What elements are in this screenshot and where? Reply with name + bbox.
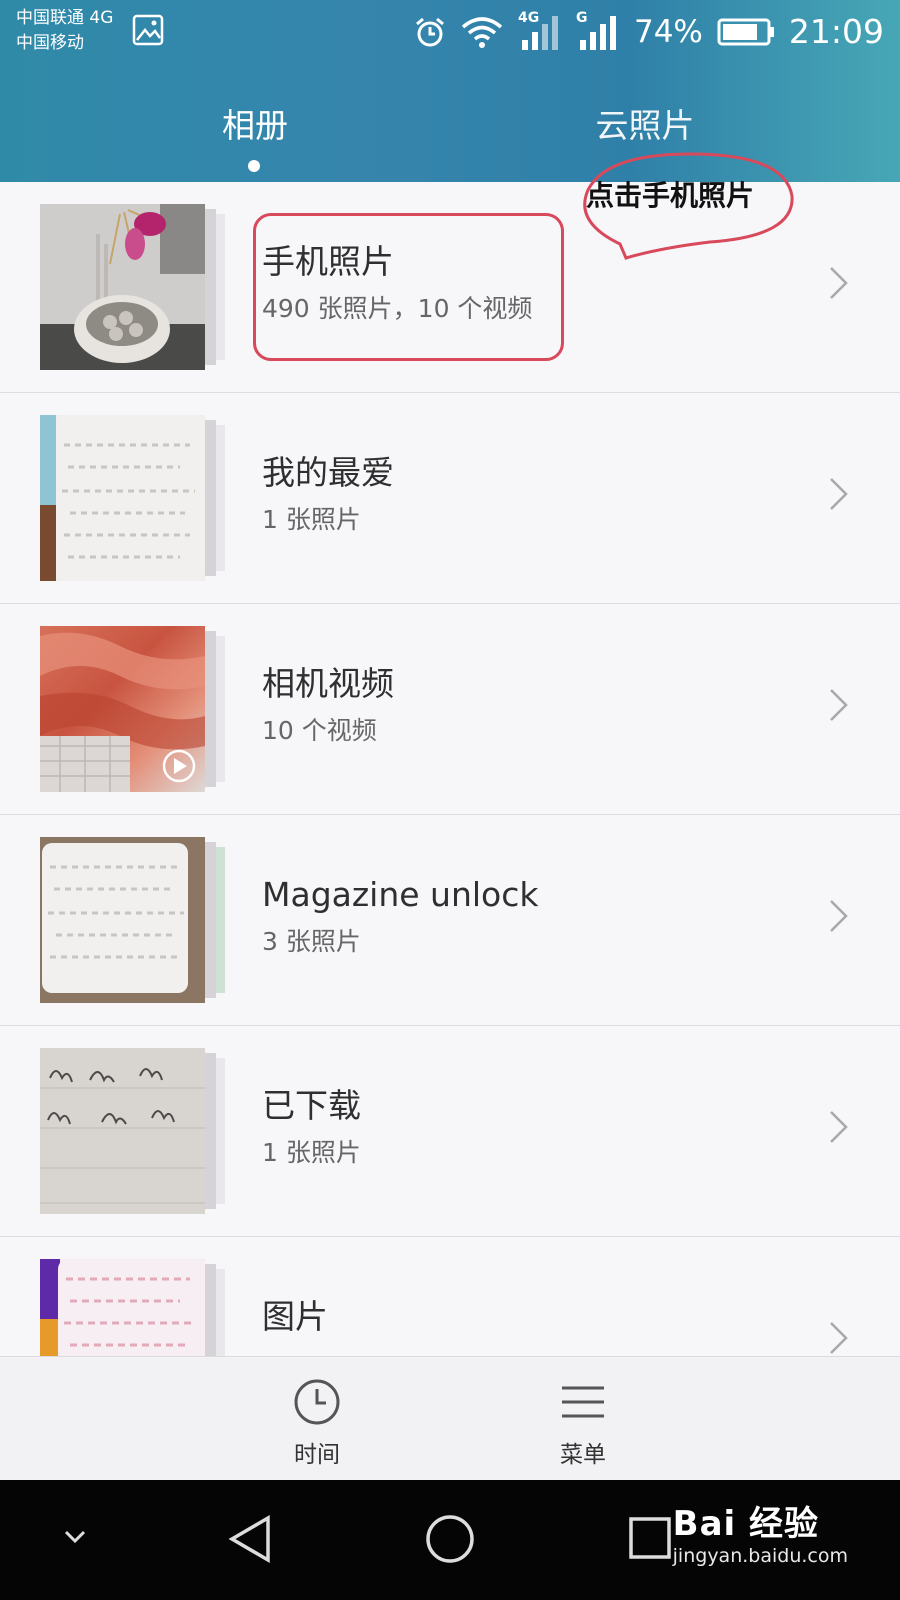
blurred-photo [40,1259,205,1356]
image-notification-icon [132,14,164,46]
bottom-toolbar: 时间 菜单 [0,1356,900,1480]
album-title: Magazine unlock [262,875,539,914]
alarm-icon [416,17,444,47]
status-indicators: 4G G 74% 21:09 [414,8,884,56]
album-row-favorites[interactable]: 我的最爱 1 张照片 [0,393,900,604]
album-row-downloaded[interactable]: 已下载 1 张照片 [0,1026,900,1237]
status-carriers: 中国联通 4G 中国移动 [16,6,113,56]
handwriting-photo [40,1068,205,1204]
album-thumbnail [40,837,225,1003]
menu-button[interactable]: 菜单 [523,1377,643,1469]
back-icon[interactable] [228,1514,272,1564]
tab-cloud-photos[interactable]: 云照片 [596,96,695,156]
chevron-right-icon [830,689,848,721]
flower-pot-photo [40,204,205,370]
annotation-text: 点击手机照片 [586,179,755,212]
signal-1-icon: 4G [518,10,562,52]
album-thumbnail [40,1048,225,1214]
hide-nav-icon[interactable] [62,1528,88,1546]
album-thumbnail [40,415,225,581]
tab-albums[interactable]: 相册 [222,96,288,156]
battery-icon [717,18,774,46]
blurred-photo [40,415,205,581]
carrier-1: 中国联通 4G [16,8,114,28]
chevron-right-icon [830,1111,848,1143]
time-label: 时间 [294,1442,340,1468]
album-count: 10 个视频 [262,716,377,745]
album-row-camera-videos[interactable]: 相机视频 10 个视频 [0,604,900,815]
clock: 21:09 [788,12,884,51]
battery-percent: 74% [633,14,703,50]
menu-label: 菜单 [560,1442,606,1468]
chevron-right-icon [830,478,848,510]
album-row-pictures[interactable]: 图片 [0,1237,900,1356]
album-title: 我的最爱 [262,453,394,492]
carrier-2: 中国移动 [16,33,84,53]
watermark-main: Bai 经验 [672,1504,820,1544]
signal-2-icon: G [576,10,620,52]
tab-selected-indicator [248,160,260,172]
album-title: 相机视频 [262,664,394,703]
blurred-photo [40,837,205,1003]
album-title: 图片 [262,1297,328,1336]
album-title: 已下载 [262,1086,361,1125]
time-button[interactable]: 时间 [257,1377,377,1469]
menu-icon [562,1386,604,1418]
highlight-box [253,213,564,361]
album-row-magazine-unlock[interactable]: Magazine unlock 3 张照片 [0,815,900,1026]
baidu-watermark: Bai 经验 jingyan.baidu.com [673,1504,848,1568]
chevron-right-icon [830,267,848,299]
home-icon[interactable] [425,1514,475,1564]
wifi-icon [461,17,503,48]
album-thumbnail [40,626,225,792]
album-thumbnail [40,1259,225,1356]
clock-icon [294,1379,340,1425]
album-thumbnail [40,204,225,370]
recent-apps-icon[interactable] [628,1516,672,1560]
chevron-right-icon [830,1322,848,1354]
salmon-photo [40,632,205,792]
album-count: 1 张照片 [262,1138,361,1167]
watermark-url: jingyan.baidu.com [672,1545,848,1567]
album-count: 3 张照片 [262,927,361,956]
album-count: 1 张照片 [262,505,361,534]
system-nav-bar: Bai 经验 jingyan.baidu.com [0,1480,900,1600]
chevron-right-icon [830,900,848,932]
